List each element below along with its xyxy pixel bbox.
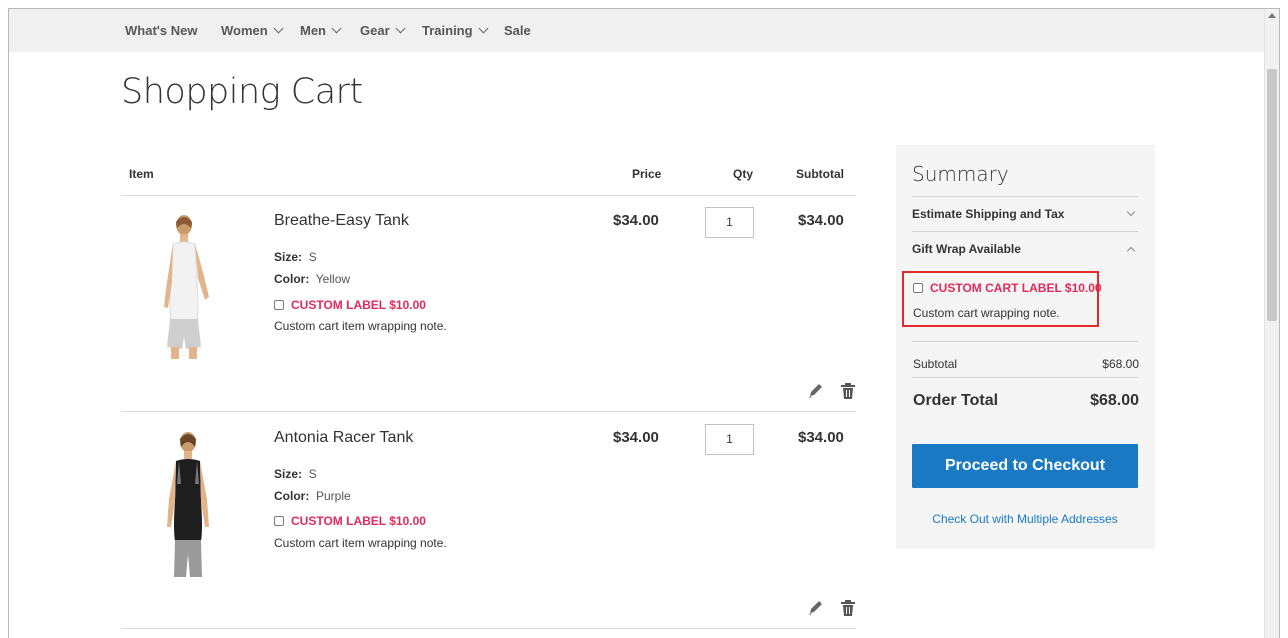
product-option-color: Color: Purple [274,489,351,503]
custom-label-option: CUSTOM LABEL $10.00 [274,514,426,528]
proceed-to-checkout-button[interactable]: Proceed to Checkout [912,444,1138,488]
browser-viewport: What's New Women Men Gear Training Sale … [8,8,1280,638]
nav-item-men[interactable]: Men [300,23,342,38]
custom-label-option: CUSTOM LABEL $10.00 [274,298,426,312]
custom-label-checkbox[interactable] [274,300,284,310]
product-name-link[interactable]: Antonia Racer Tank [274,429,413,447]
gift-wrap-toggle[interactable]: Gift Wrap Available [912,242,1138,256]
qty-input[interactable]: 1 [705,207,754,238]
option-value: S [308,250,317,264]
wrapping-note: Custom cart item wrapping note. [274,536,447,550]
nav-item-label: Sale [504,23,531,38]
gift-wrap-note: Custom cart wrapping note. [913,306,1060,320]
summary-divider [912,341,1138,342]
tank-top-white-icon[interactable] [139,212,229,360]
chevron-down-icon [1126,207,1136,217]
summary-divider [912,377,1138,378]
item-price: $34.00 [613,429,659,446]
order-total-value: $68.00 [1090,392,1139,409]
gift-wrap-label: Gift Wrap Available [912,242,1021,256]
nav-item-label: Men [300,23,326,38]
chevron-down-icon [331,23,342,34]
product-option-size: Size: S [274,250,317,264]
gift-wrap-option-text: CUSTOM CART LABEL $10.00 [930,281,1102,295]
product-name-link[interactable]: Breathe-Easy Tank [274,212,409,230]
nav-item-training[interactable]: Training [422,23,489,38]
nav-item-sale[interactable]: Sale [504,23,531,38]
scroll-up-arrow-icon[interactable] [1268,13,1276,18]
product-option-size: Size: S [274,467,317,481]
order-summary-panel: Summary Estimate Shipping and Tax Gift W… [896,145,1155,549]
option-label: Color: [274,272,310,286]
edit-pencil-icon[interactable] [807,382,823,400]
nav-item-whats-new[interactable]: What's New [125,23,197,38]
wrapping-note: Custom cart item wrapping note. [274,319,447,333]
item-subtotal: $34.00 [798,429,844,446]
table-divider [121,628,856,629]
summary-divider [912,196,1138,197]
subtotal-label: Subtotal [913,357,958,371]
vertical-scrollbar[interactable] [1264,9,1279,638]
option-label: Size: [274,250,303,264]
estimate-shipping-label: Estimate Shipping and Tax [912,207,1065,221]
order-total-label: Order Total [913,392,999,409]
option-label: Size: [274,467,303,481]
product-option-color: Color: Yellow [274,272,350,286]
nav-item-label: Training [422,23,473,38]
page-title: Shopping Cart [121,72,363,112]
nav-item-gear[interactable]: Gear [360,23,406,38]
custom-label-checkbox[interactable] [274,516,284,526]
summary-title: Summary [912,162,1009,186]
column-header-qty: Qty [733,167,754,181]
subtotal-value: $68.00 [1102,357,1139,371]
nav-item-label: Gear [360,23,390,38]
nav-item-label: What's New [125,23,198,38]
edit-pencil-icon[interactable] [807,599,823,617]
column-header-item: Item [129,167,154,181]
trash-icon[interactable] [840,382,856,400]
custom-label-text: CUSTOM LABEL $10.00 [291,514,426,528]
gift-wrap-checkbox[interactable] [913,283,923,293]
custom-label-text: CUSTOM LABEL $10.00 [291,298,426,312]
scrollbar-thumb[interactable] [1267,69,1277,321]
top-navigation: What's New Women Men Gear Training Sale [9,9,1266,52]
chevron-up-icon [1126,246,1136,256]
table-divider [121,411,856,412]
option-value: S [308,467,317,481]
column-header-price: Price [632,167,662,181]
item-subtotal: $34.00 [798,212,844,229]
qty-input[interactable]: 1 [705,424,754,455]
option-value: Purple [316,489,351,503]
trash-icon[interactable] [840,599,856,617]
option-label: Color: [274,489,310,503]
chevron-down-icon [478,23,489,34]
multiple-addresses-link[interactable]: Check Out with Multiple Addresses [912,512,1138,526]
estimate-shipping-toggle[interactable]: Estimate Shipping and Tax [912,207,1138,221]
summary-divider [912,231,1138,232]
gift-wrap-option: CUSTOM CART LABEL $10.00 [913,281,1102,295]
nav-item-women[interactable]: Women [221,23,284,38]
chevron-down-icon [395,23,406,34]
tank-top-black-icon[interactable] [143,429,233,577]
option-value: Yellow [315,272,351,286]
table-divider [121,195,856,196]
chevron-down-icon [273,23,284,34]
item-price: $34.00 [613,212,659,229]
column-header-subtotal: Subtotal [796,167,844,181]
nav-item-label: Women [221,23,268,38]
